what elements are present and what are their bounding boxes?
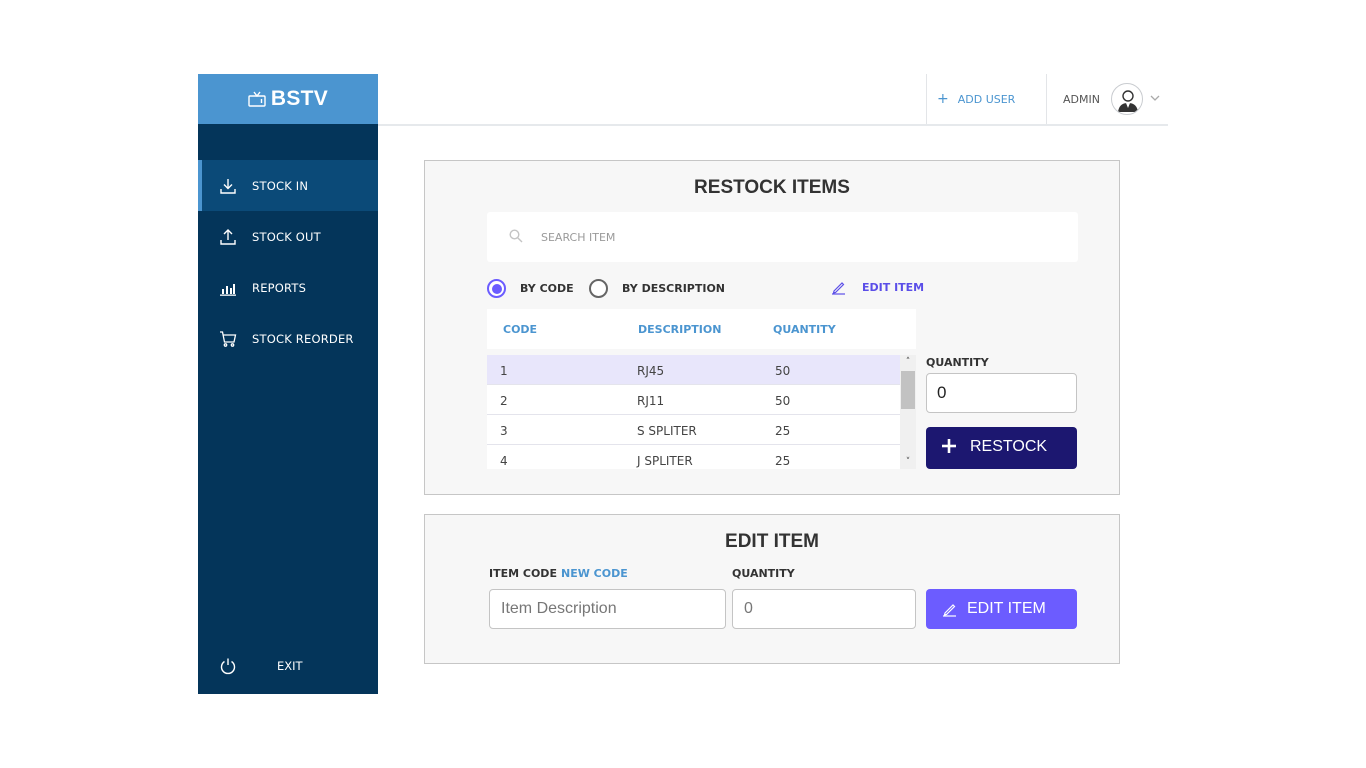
- table-body: 1 RJ45 50 2 RJ11 50 3 S SPLITER 25 4 J S…: [487, 355, 900, 469]
- download-icon: [219, 177, 237, 195]
- table-row[interactable]: 3 S SPLITER 25: [487, 415, 900, 445]
- radio-dot: [589, 279, 608, 298]
- radio-label: BY DESCRIPTION: [622, 282, 725, 295]
- table-row[interactable]: 2 RJ11 50: [487, 385, 900, 415]
- cell-code: 2: [500, 394, 508, 408]
- radio-by-code[interactable]: BY CODE: [487, 279, 574, 298]
- restock-title: RESTOCK ITEMS: [694, 177, 850, 198]
- plus-icon: +: [937, 91, 949, 107]
- power-icon: [219, 657, 237, 675]
- edit-quantity-input[interactable]: [732, 589, 916, 629]
- sidebar-item-label: REPORTS: [252, 280, 307, 295]
- add-user-label: ADD USER: [957, 92, 1016, 106]
- cell-code: 4: [500, 454, 508, 468]
- add-user-button[interactable]: + ADD USER: [926, 74, 1046, 124]
- restock-button[interactable]: RESTOCK: [926, 427, 1077, 469]
- quantity-input[interactable]: [926, 373, 1077, 413]
- edit-panel: EDIT ITEM ITEM CODE : NEW CODE QUANTITY …: [424, 514, 1120, 664]
- search-bar: [487, 212, 1078, 262]
- edit-item-link-label: EDIT ITEM: [862, 281, 925, 294]
- cell-quantity: 25: [775, 454, 791, 468]
- topbar: + ADD USER ADMIN: [378, 74, 1168, 126]
- cell-quantity: 50: [775, 394, 791, 408]
- sidebar-item-stock-in[interactable]: STOCK IN: [198, 160, 378, 211]
- table-row[interactable]: 4 J SPLITER 25: [487, 445, 900, 469]
- table-scrollbar[interactable]: ˄ ˅: [900, 355, 916, 469]
- plus-icon: [942, 439, 956, 453]
- chevron-down-icon: [1150, 95, 1160, 101]
- quantity-label: QUANTITY: [926, 356, 989, 369]
- app: BSTV STOCK IN STOCK OUT REPORTS STOCK RE…: [198, 74, 1168, 694]
- exit-button[interactable]: EXIT: [198, 650, 378, 682]
- restock-panel: RESTOCK ITEMS BY CODE BY DESCRIPTION EDI…: [424, 160, 1120, 495]
- cell-quantity: 50: [775, 364, 791, 378]
- sidebar-item-label: STOCK REORDER: [252, 331, 354, 346]
- scrollbar-thumb[interactable]: [901, 371, 915, 409]
- column-header-quantity[interactable]: QUANTITY: [773, 323, 836, 336]
- sidebar-item-stock-reorder[interactable]: STOCK REORDER: [198, 313, 378, 364]
- chevron-down-icon[interactable]: ˅: [900, 455, 916, 469]
- column-header-description[interactable]: DESCRIPTION: [638, 323, 721, 336]
- items-table: CODE DESCRIPTION QUANTITY 1 RJ45 50 2 RJ…: [487, 309, 916, 469]
- radio-dot: [487, 279, 506, 298]
- edit-title: EDIT ITEM: [725, 531, 819, 552]
- cell-description: S SPLITER: [637, 424, 697, 438]
- cart-icon: [219, 330, 237, 348]
- cell-description: RJ11: [637, 394, 665, 408]
- item-code-label: ITEM CODE :: [489, 567, 566, 580]
- cell-description: J SPLITER: [637, 454, 693, 468]
- exit-label: EXIT: [277, 659, 303, 673]
- restock-button-label: RESTOCK: [970, 438, 1048, 455]
- item-code-value: NEW CODE: [561, 567, 628, 580]
- chevron-up-icon[interactable]: ˄: [900, 355, 916, 369]
- item-description-input[interactable]: [489, 589, 726, 629]
- edit-quantity-label: QUANTITY: [732, 567, 795, 580]
- sidebar-nav: STOCK IN STOCK OUT REPORTS STOCK REORDER: [198, 160, 378, 364]
- brand-name: BSTV: [270, 87, 329, 110]
- upload-icon: [219, 228, 237, 246]
- sidebar-item-label: STOCK OUT: [252, 229, 321, 244]
- edit-item-link[interactable]: EDIT ITEM: [831, 280, 924, 295]
- sidebar-item-reports[interactable]: REPORTS: [198, 262, 378, 313]
- table-header: CODE DESCRIPTION QUANTITY: [487, 309, 916, 349]
- search-input[interactable]: [541, 226, 1041, 248]
- pencil-icon: [943, 604, 956, 617]
- user-menu[interactable]: ADMIN: [1046, 74, 1168, 124]
- avatar: [1111, 83, 1143, 115]
- table-row[interactable]: 1 RJ45 50: [487, 355, 900, 385]
- sidebar: BSTV STOCK IN STOCK OUT REPORTS STOCK RE…: [198, 74, 378, 694]
- radio-label: BY CODE: [520, 282, 574, 295]
- column-header-code[interactable]: CODE: [503, 323, 537, 336]
- cell-code: 3: [500, 424, 508, 438]
- cell-quantity: 25: [775, 424, 791, 438]
- cell-code: 1: [500, 364, 508, 378]
- brand-logo[interactable]: BSTV: [198, 74, 378, 124]
- tv-icon: [248, 91, 266, 107]
- search-icon: [509, 229, 523, 243]
- edit-item-button[interactable]: EDIT ITEM: [926, 589, 1077, 629]
- cell-description: RJ45: [637, 364, 665, 378]
- edit-item-button-label: EDIT ITEM: [967, 600, 1046, 617]
- bar-chart-icon: [219, 279, 237, 297]
- sidebar-item-label: STOCK IN: [252, 178, 309, 193]
- user-name: ADMIN: [1063, 92, 1100, 106]
- pencil-icon: [832, 282, 845, 295]
- radio-by-description[interactable]: BY DESCRIPTION: [589, 279, 725, 298]
- sidebar-item-stock-out[interactable]: STOCK OUT: [198, 211, 378, 262]
